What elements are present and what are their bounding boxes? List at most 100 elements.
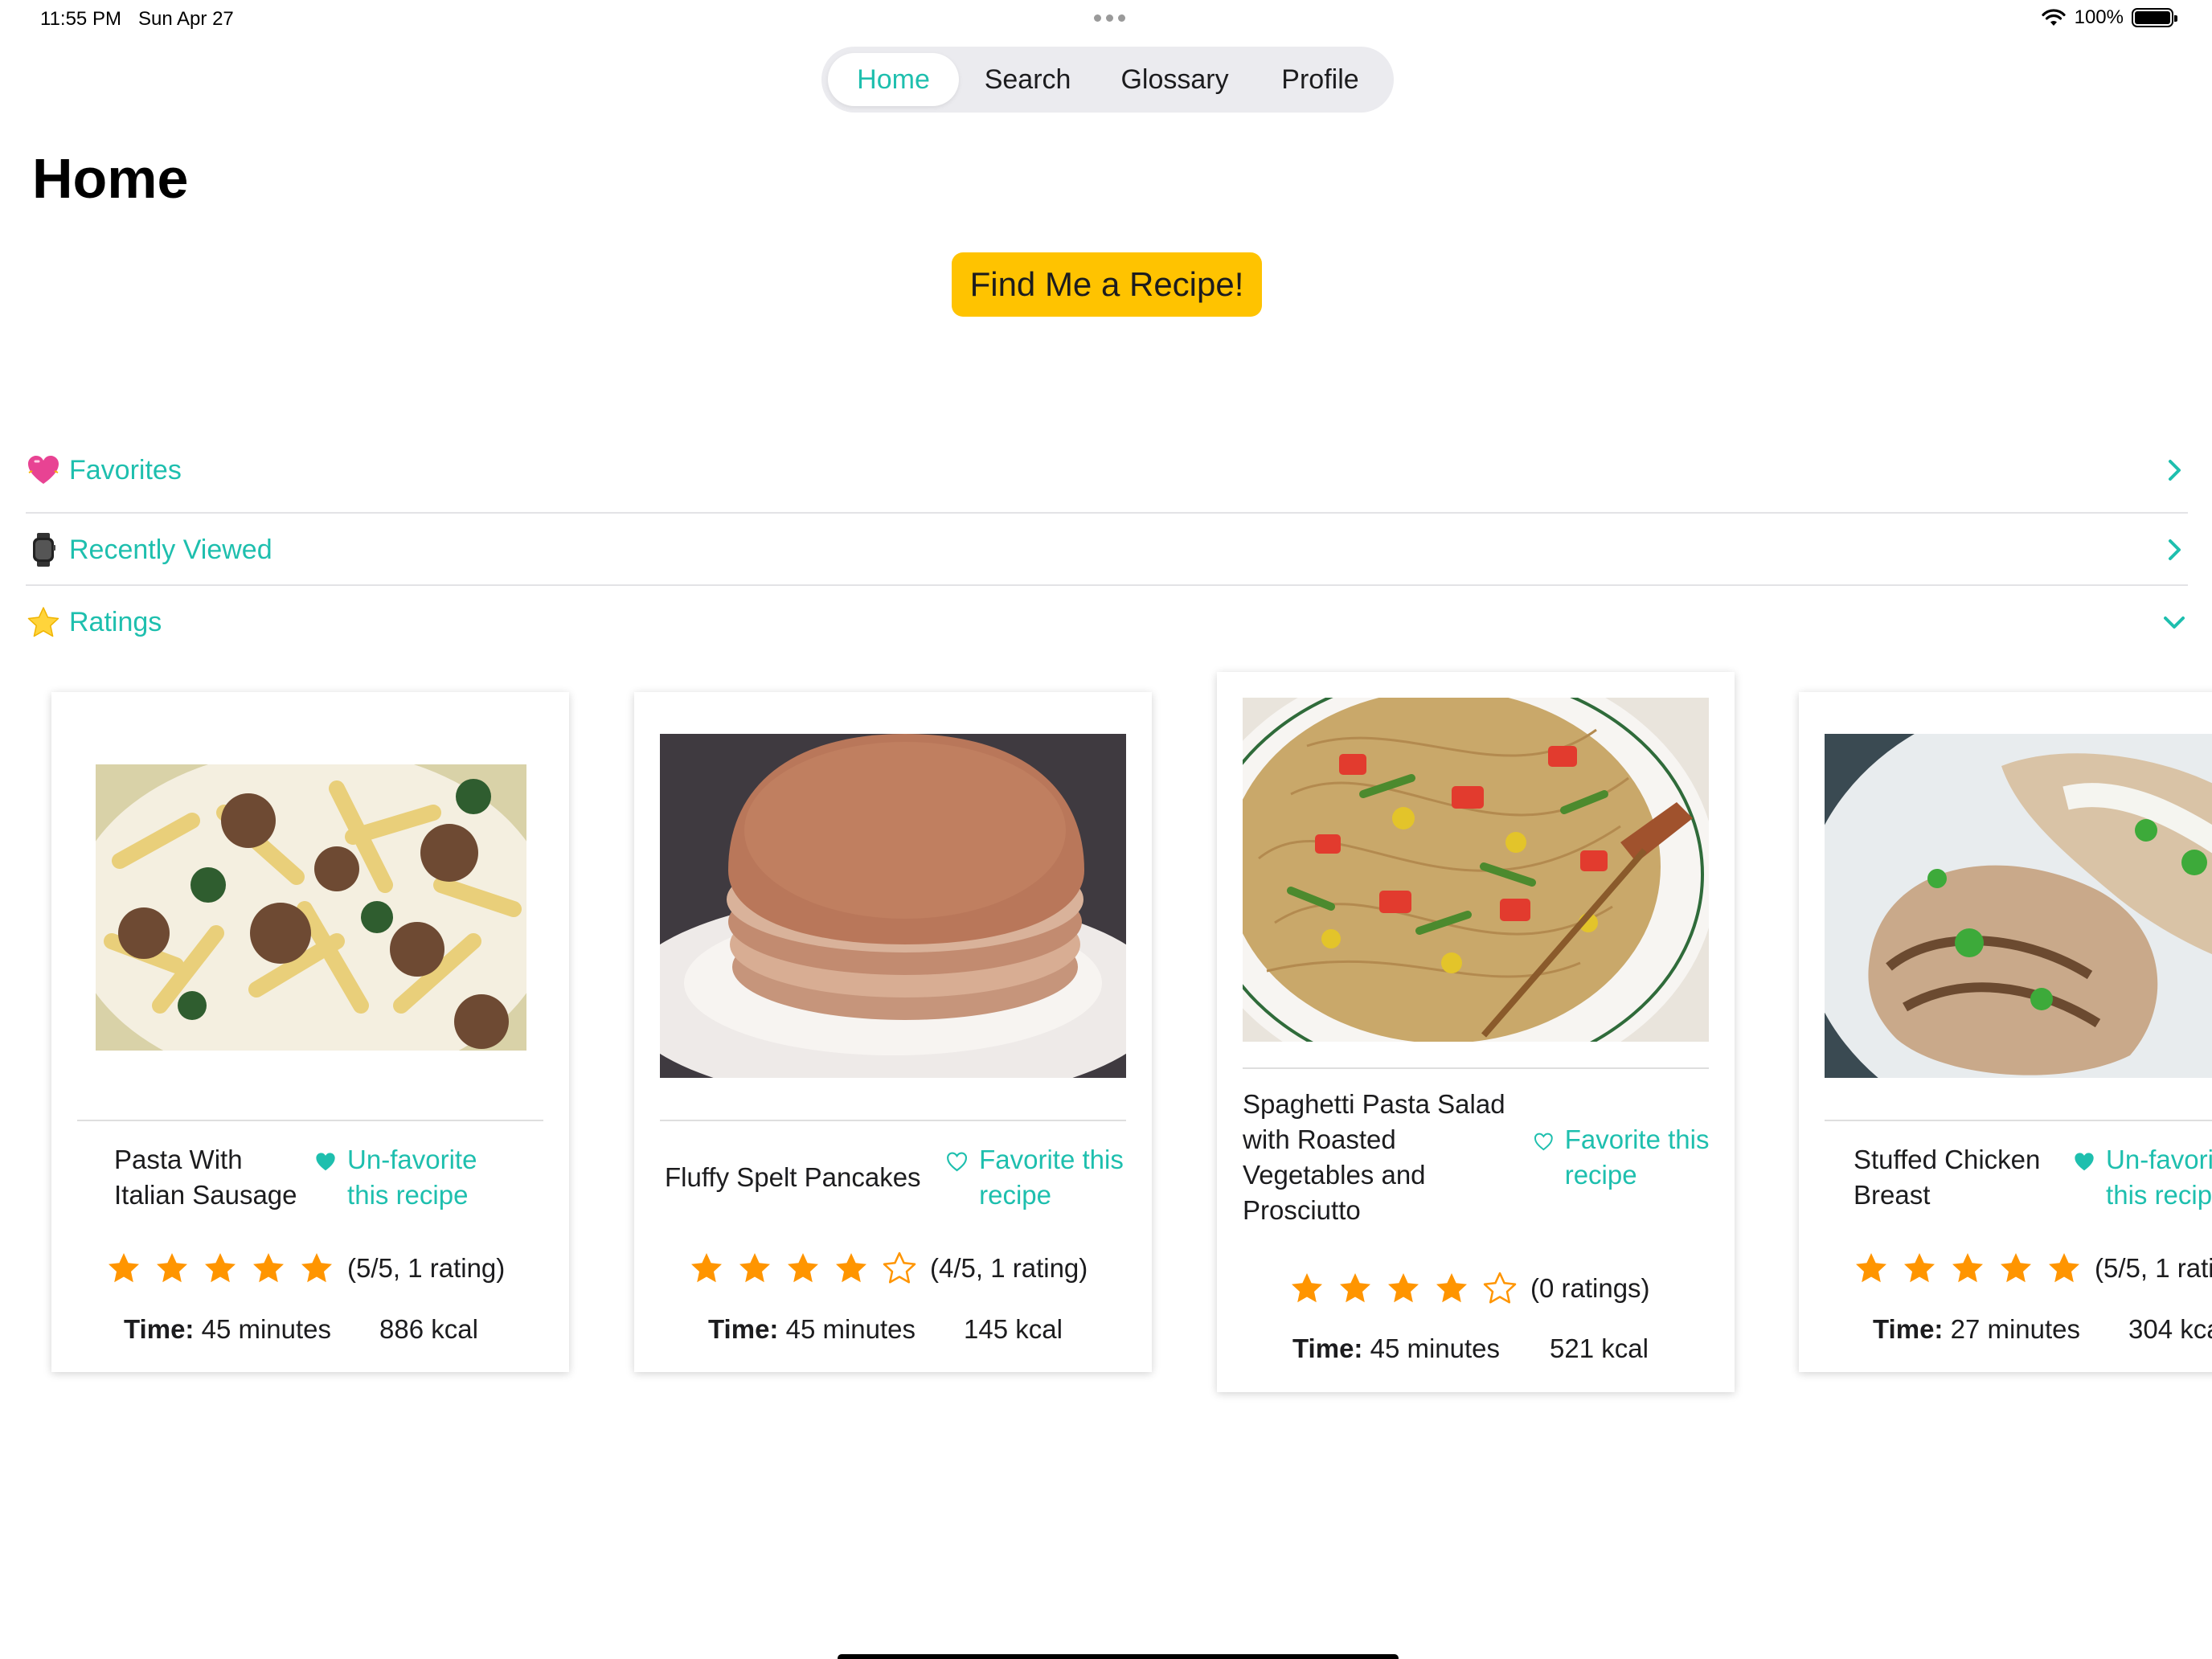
section-label-favorites: Favorites	[69, 454, 182, 485]
heart-outline-icon	[1534, 1133, 1553, 1151]
time-value: 45 minutes	[785, 1314, 916, 1344]
time-label: Time:	[1873, 1314, 1944, 1344]
star-filled-icon	[205, 1253, 236, 1283]
time-label: Time:	[1292, 1333, 1363, 1363]
recipe-card[interactable]: Pasta With Italian Sausage Un-favorite t…	[51, 692, 569, 1372]
unfavorite-button[interactable]: Un-favorite this recipe	[2074, 1142, 2212, 1213]
section-label-ratings: Ratings	[69, 606, 162, 637]
time-label: Time:	[708, 1314, 779, 1344]
star-rating	[1854, 1251, 2095, 1286]
heart-outline-icon	[947, 1152, 968, 1172]
star-filled-icon	[1388, 1273, 1419, 1303]
calories: 304 kcal	[2128, 1314, 2212, 1344]
recipe-name: Fluffy Spelt Pancakes	[665, 1162, 921, 1192]
section-row-recently-viewed[interactable]: Recently Viewed	[26, 514, 2188, 586]
section-label-recently-viewed: Recently Viewed	[69, 534, 272, 565]
home-indicator[interactable]	[838, 1654, 1399, 1659]
chevron-right-icon	[2169, 460, 2181, 481]
unfavorite-button[interactable]: Un-favorite this recipe	[315, 1142, 524, 1213]
status-bar: 11:55 PM Sun Apr 27 100%	[0, 0, 2212, 40]
star-filled-icon	[1952, 1253, 1983, 1283]
time-value: 45 minutes	[201, 1314, 332, 1344]
calories: 145 kcal	[964, 1314, 1063, 1344]
recipe-card[interactable]: Spaghetti Pasta Salad with Roasted Veget…	[1217, 672, 1735, 1392]
star-filled-icon	[301, 1253, 332, 1283]
star-rating	[106, 1251, 347, 1286]
time-info: Time: 45 minutes	[124, 1314, 331, 1345]
meta-row: Time: 27 minutes 304 kcal	[1873, 1314, 2212, 1345]
recipe-photo-pasta-sausage	[96, 764, 526, 1051]
time-label: Time:	[124, 1314, 195, 1344]
star-filled-icon	[1856, 1253, 1886, 1283]
status-indicators: 100%	[2041, 6, 2177, 29]
star-outline-icon	[883, 1251, 916, 1284]
chevron-down-icon	[2164, 616, 2185, 629]
top-tab-bar: Home Search Glossary Profile	[821, 47, 1394, 113]
favorite-label: Un-favorite this recipe	[2106, 1145, 2212, 1210]
star-emoji-icon	[26, 604, 61, 640]
star-filled-icon	[1904, 1253, 1935, 1283]
star-filled-icon	[788, 1253, 818, 1283]
heart-filled-icon	[316, 1153, 335, 1171]
star-outline-icon	[1483, 1272, 1517, 1304]
recipe-name: Spaghetti Pasta Salad with Roasted Veget…	[1243, 1089, 1505, 1225]
recipe-name: Pasta With Italian Sausage	[114, 1145, 297, 1210]
find-recipe-button[interactable]: Find Me a Recipe!	[952, 252, 1262, 317]
calories: 521 kcal	[1550, 1333, 1649, 1363]
card-divider	[77, 1120, 543, 1121]
favorite-button[interactable]: Favorite this recipe	[946, 1142, 1139, 1213]
star-filled-icon	[2049, 1253, 2079, 1283]
heart-emoji-icon	[26, 453, 61, 488]
page-title: Home	[32, 147, 189, 210]
star-filled-icon	[836, 1253, 866, 1283]
recipe-card[interactable]: Fluffy Spelt Pancakes Favorite this reci…	[634, 692, 1152, 1372]
card-divider	[660, 1120, 1126, 1121]
card-divider	[1243, 1067, 1709, 1069]
battery-percent: 100%	[2074, 6, 2124, 28]
star-filled-icon	[739, 1253, 770, 1283]
tab-home[interactable]: Home	[828, 53, 960, 106]
meta-row: Time: 45 minutes 145 kcal	[708, 1314, 1063, 1345]
rating-row: (0 ratings)	[1289, 1271, 1650, 1306]
recipe-photo-spaghetti-salad	[1243, 698, 1709, 1042]
meta-row: Time: 45 minutes 886 kcal	[124, 1314, 478, 1345]
rating-text: (4/5, 1 rating)	[930, 1253, 1088, 1283]
rating-row: (4/5, 1 rating)	[689, 1251, 1088, 1286]
recipe-card[interactable]: Stuffed Chicken Breast Un-favorite this …	[1799, 692, 2212, 1372]
favorite-label: Un-favorite this recipe	[347, 1145, 477, 1210]
star-filled-icon	[1436, 1273, 1467, 1303]
time-value: 45 minutes	[1370, 1333, 1501, 1363]
recipe-photo-stuffed-chicken	[1825, 734, 2212, 1078]
recipe-photo-pancakes	[660, 734, 1126, 1078]
heart-filled-icon	[2075, 1153, 2094, 1171]
star-filled-icon	[2001, 1253, 2031, 1283]
card-divider	[1825, 1120, 2212, 1121]
status-date: Sun Apr 27	[138, 8, 234, 30]
recipe-name: Stuffed Chicken Breast	[1854, 1145, 2041, 1210]
rating-row: (5/5, 1 rating)	[1854, 1251, 2212, 1286]
time-info: Time: 45 minutes	[708, 1314, 916, 1345]
star-rating	[689, 1251, 930, 1286]
star-filled-icon	[1292, 1273, 1322, 1303]
meta-row: Time: 45 minutes 521 kcal	[1292, 1333, 1649, 1364]
wifi-icon	[2042, 9, 2066, 26]
multitasking-dots-icon[interactable]	[1089, 10, 1129, 26]
rating-text: (5/5, 1 rating)	[347, 1253, 506, 1283]
rating-text: (0 ratings)	[1530, 1273, 1650, 1303]
favorite-button[interactable]: Favorite this recipe	[1534, 1122, 1710, 1193]
chevron-right-icon	[2169, 539, 2181, 560]
card-clip: Stuffed Chicken Breast Un-favorite this …	[1768, 659, 2212, 1423]
favorite-label: Favorite this recipe	[979, 1145, 1124, 1210]
watch-emoji-icon	[26, 532, 61, 567]
time-value: 27 minutes	[1950, 1314, 2081, 1344]
rating-text: (5/5, 1 rating)	[2095, 1253, 2212, 1283]
section-row-favorites[interactable]: Favorites	[26, 434, 2188, 506]
star-rating	[1289, 1271, 1530, 1306]
tab-profile[interactable]: Profile	[1253, 53, 1387, 106]
star-filled-icon	[157, 1253, 187, 1283]
tab-glossary[interactable]: Glossary	[1096, 53, 1253, 106]
rating-row: (5/5, 1 rating)	[106, 1251, 505, 1286]
star-filled-icon	[109, 1253, 139, 1283]
section-row-ratings[interactable]: Ratings	[26, 586, 2188, 658]
tab-search[interactable]: Search	[959, 53, 1096, 106]
